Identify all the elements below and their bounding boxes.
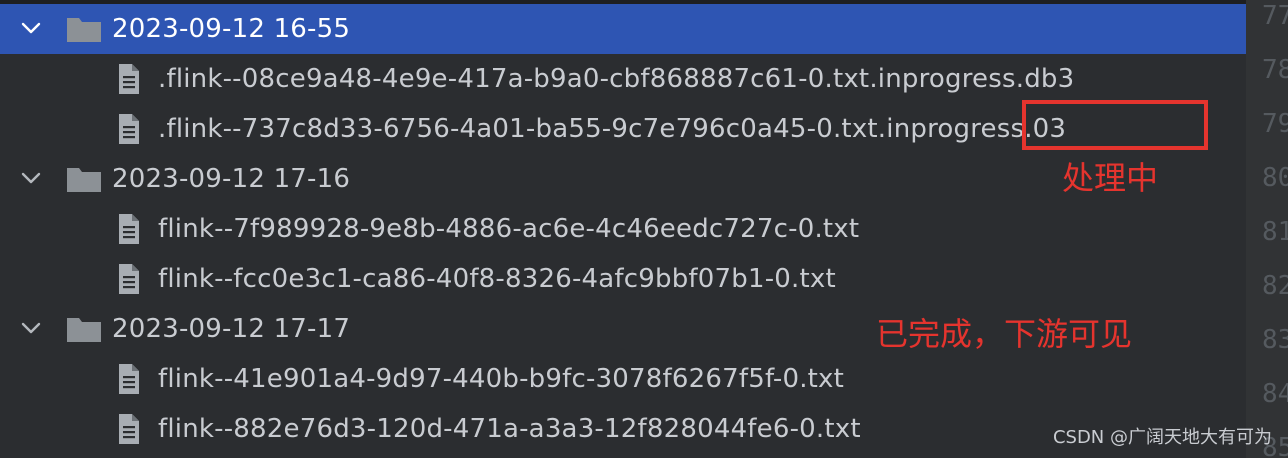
text-file-icon bbox=[116, 413, 142, 445]
line-number: 84 bbox=[1262, 379, 1288, 409]
folder-label: 2023-09-12 16-55 bbox=[112, 14, 351, 44]
tree-folder-row[interactable]: 2023-09-12 17-16 bbox=[0, 154, 1246, 204]
chevron-down-icon[interactable] bbox=[18, 315, 44, 341]
file-label: .flink--08ce9a48-4e9e-417a-b9a0-cbf86888… bbox=[158, 64, 1075, 94]
text-file-icon bbox=[116, 363, 142, 395]
tree-file-row[interactable]: flink--7f989928-9e8b-4886-ac6e-4c46eedc7… bbox=[0, 204, 1246, 254]
line-number: 77 bbox=[1262, 1, 1288, 31]
screenshot-root: 2023-09-12 16-55 .flink--08ce9a48-4e9e-4… bbox=[0, 0, 1288, 458]
chevron-down-icon[interactable] bbox=[18, 15, 44, 41]
tree-file-row[interactable]: .flink--08ce9a48-4e9e-417a-b9a0-cbf86888… bbox=[0, 54, 1246, 104]
line-number: 78 bbox=[1262, 55, 1288, 85]
folder-icon bbox=[66, 165, 102, 193]
line-number: 79 bbox=[1262, 109, 1288, 139]
tree-file-row[interactable]: flink--fcc0e3c1-ca86-40f8-8326-4afc9bbf0… bbox=[0, 254, 1246, 304]
file-label: .flink--737c8d33-6756-4a01-ba55-9c7e796c… bbox=[158, 114, 1067, 144]
folder-icon bbox=[66, 315, 102, 343]
text-file-icon bbox=[116, 263, 142, 295]
file-label: flink--41e901a4-9d97-440b-b9fc-3078f6267… bbox=[158, 364, 845, 394]
inprogress-highlight-box bbox=[1022, 100, 1208, 150]
line-number: 81 bbox=[1262, 217, 1288, 247]
project-tree: 2023-09-12 16-55 .flink--08ce9a48-4e9e-4… bbox=[0, 0, 1246, 458]
folder-label: 2023-09-12 17-16 bbox=[112, 164, 351, 194]
folder-icon bbox=[66, 15, 102, 43]
file-label: flink--882e76d3-120d-471a-a3a3-12f828044… bbox=[158, 414, 861, 444]
line-number: 80 bbox=[1262, 163, 1288, 193]
tree-file-row[interactable]: flink--41e901a4-9d97-440b-b9fc-3078f6267… bbox=[0, 354, 1246, 404]
editor-line-gutter: 77 78 79 80 81 82 83 84 85 bbox=[1246, 0, 1288, 458]
done-annotation: 已完成，下游可见 bbox=[876, 315, 1133, 353]
file-label: flink--7f989928-9e8b-4886-ac6e-4c46eedc7… bbox=[158, 214, 860, 244]
text-file-icon bbox=[116, 113, 142, 145]
tree-folder-row[interactable]: 2023-09-12 16-55 bbox=[0, 4, 1246, 54]
chevron-down-icon[interactable] bbox=[18, 165, 44, 191]
line-number: 83 bbox=[1262, 325, 1288, 355]
line-number: 82 bbox=[1262, 271, 1288, 301]
text-file-icon bbox=[116, 213, 142, 245]
csdn-watermark: CSDN @广阔天地大有可为 bbox=[1052, 427, 1272, 448]
file-label: flink--fcc0e3c1-ca86-40f8-8326-4afc9bbf0… bbox=[158, 264, 836, 294]
text-file-icon bbox=[116, 63, 142, 95]
processing-annotation: 处理中 bbox=[1062, 159, 1159, 197]
folder-label: 2023-09-12 17-17 bbox=[112, 314, 351, 344]
